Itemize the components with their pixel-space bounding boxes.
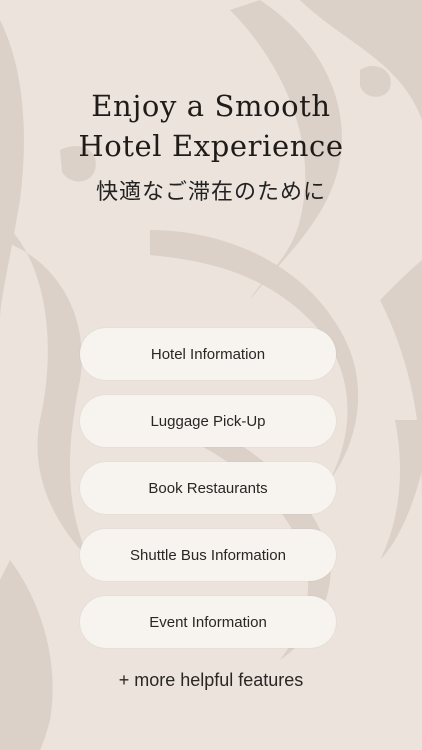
main-content: Enjoy a Smooth Hotel Experience 快適なご滞在のた… [0, 0, 422, 750]
book-restaurants-button[interactable]: Book Restaurants [80, 462, 336, 514]
more-features-link[interactable]: + more helpful features [0, 670, 422, 691]
page-title-line-2: Hotel Experience [78, 129, 344, 164]
luggage-pickup-button[interactable]: Luggage Pick-Up [80, 395, 336, 447]
shuttle-bus-information-button[interactable]: Shuttle Bus Information [80, 529, 336, 581]
hotel-information-button[interactable]: Hotel Information [80, 328, 336, 380]
event-information-button[interactable]: Event Information [80, 596, 336, 648]
page-title: Enjoy a Smooth Hotel Experience [0, 86, 422, 166]
page-subtitle: 快適なご滞在のために [95, 180, 326, 205]
page-title-line-1: Enjoy a Smooth [91, 89, 331, 124]
feature-menu: Hotel Information Luggage Pick-Up Book R… [80, 328, 336, 663]
